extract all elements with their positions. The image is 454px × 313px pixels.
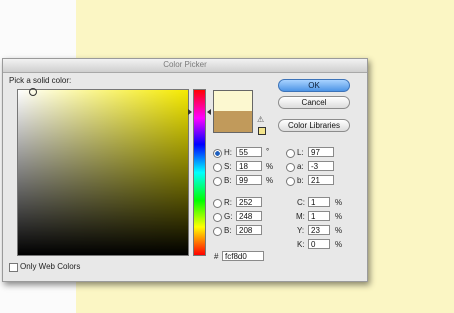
new-color-swatch <box>213 90 253 112</box>
blue-label: B: <box>224 226 232 235</box>
hue-input[interactable]: 55 <box>236 147 262 157</box>
saturation-brightness-field[interactable] <box>17 89 189 256</box>
green-input[interactable]: 248 <box>236 211 262 221</box>
saturation-label: S: <box>224 162 232 171</box>
magenta-input[interactable]: 1 <box>308 211 330 221</box>
hue-unit: ° <box>266 147 270 156</box>
cyan-input[interactable]: 1 <box>308 197 330 207</box>
color-picker-dialog: Color Picker Pick a solid color: ⚠ OK Ca… <box>2 58 368 282</box>
color-libraries-button[interactable]: Color Libraries <box>278 119 350 132</box>
dialog-titlebar[interactable]: Color Picker <box>3 59 367 73</box>
a-channel-label: a: <box>297 162 304 171</box>
red-label: R: <box>224 198 232 207</box>
cancel-button[interactable]: Cancel <box>278 96 350 109</box>
hex-label: # <box>214 252 219 261</box>
current-color-swatch[interactable] <box>213 111 253 133</box>
only-web-colors-checkbox[interactable] <box>9 263 18 272</box>
radio-green[interactable] <box>213 213 222 222</box>
out-of-gamut-warning-icon[interactable]: ⚠ <box>257 115 264 124</box>
hue-label: H: <box>224 148 232 157</box>
lightness-label: L: <box>297 148 304 157</box>
radio-brightness[interactable] <box>213 177 222 186</box>
yellow-input[interactable]: 23 <box>308 225 330 235</box>
a-channel-input[interactable]: -3 <box>308 161 334 171</box>
only-web-colors-label: Only Web Colors <box>20 262 81 271</box>
brightness-label: B: <box>224 176 232 185</box>
black-unit: % <box>335 240 343 249</box>
green-label: G: <box>224 212 233 221</box>
radio-lightness[interactable] <box>286 149 295 158</box>
saturation-unit: % <box>266 162 274 171</box>
b-channel-label: b: <box>297 176 304 185</box>
b-channel-input[interactable]: 21 <box>308 175 334 185</box>
ok-button[interactable]: OK <box>278 79 350 92</box>
yellow-unit: % <box>335 226 343 235</box>
hex-input[interactable]: fcf8d0 <box>222 251 264 261</box>
hue-slider[interactable] <box>193 89 206 256</box>
web-safe-cube-icon[interactable] <box>258 127 266 135</box>
black-label: K: <box>297 240 305 249</box>
radio-blue[interactable] <box>213 227 222 236</box>
hue-slider-right-arrow-icon[interactable] <box>207 109 211 115</box>
black-input[interactable]: 0 <box>308 239 330 249</box>
radio-hue[interactable] <box>213 149 222 158</box>
radio-a-channel[interactable] <box>286 163 295 172</box>
magenta-unit: % <box>335 212 343 221</box>
brightness-unit: % <box>266 176 274 185</box>
cyan-unit: % <box>335 198 343 207</box>
blue-input[interactable]: 208 <box>236 225 262 235</box>
hue-slider-left-arrow-icon[interactable] <box>188 109 192 115</box>
radio-red[interactable] <box>213 199 222 208</box>
pick-color-label: Pick a solid color: <box>9 76 72 85</box>
lightness-input[interactable]: 97 <box>308 147 334 157</box>
radio-saturation[interactable] <box>213 163 222 172</box>
red-input[interactable]: 252 <box>236 197 262 207</box>
brightness-input[interactable]: 99 <box>236 175 262 185</box>
color-field-marker[interactable] <box>29 88 37 96</box>
yellow-label: Y: <box>297 226 305 235</box>
cyan-label: C: <box>297 198 305 207</box>
radio-b-channel[interactable] <box>286 177 295 186</box>
saturation-input[interactable]: 18 <box>236 161 262 171</box>
magenta-label: M: <box>296 212 305 221</box>
dialog-title: Color Picker <box>163 60 207 69</box>
